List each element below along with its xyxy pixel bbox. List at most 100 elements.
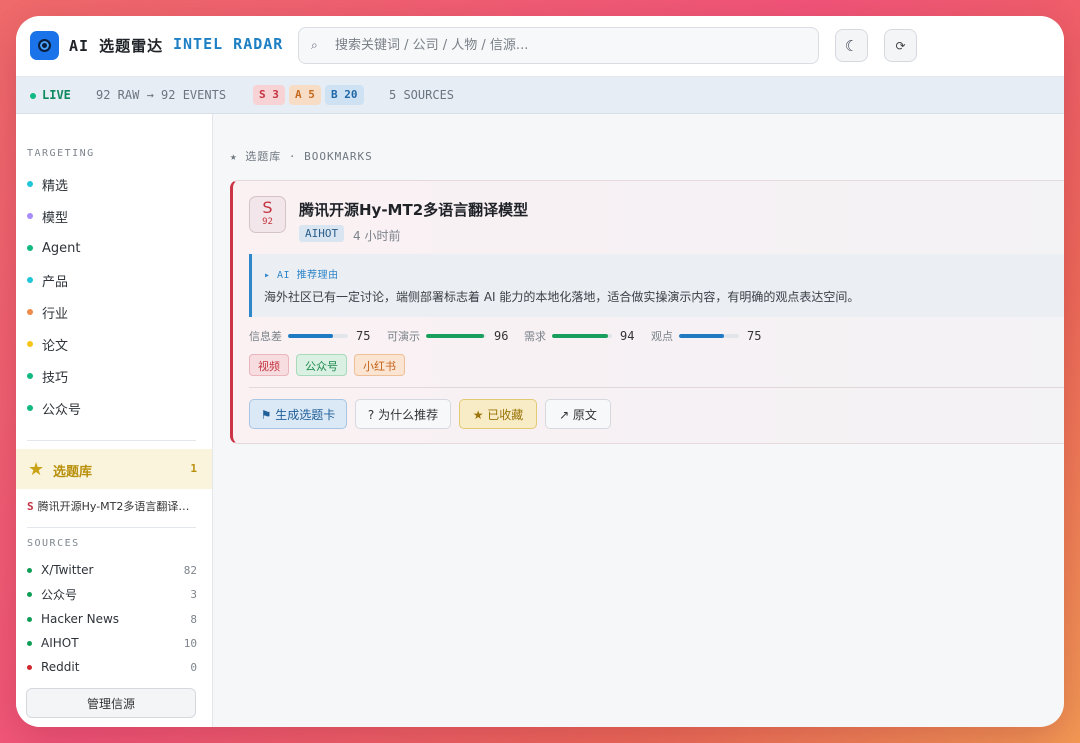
sources-title: SOURCES xyxy=(27,538,80,549)
search-box[interactable]: ⌕ xyxy=(298,27,819,64)
sidebar-item-label: 技巧 xyxy=(42,370,69,386)
bookmark-tier: S xyxy=(27,500,34,513)
tier-s-count[interactable]: S 3 xyxy=(253,85,285,105)
radar-logo-icon xyxy=(30,31,59,60)
source-badge: AIHOT xyxy=(299,225,345,242)
metric-label: 观点 xyxy=(651,330,673,343)
format-tag-video[interactable]: 视频 xyxy=(249,354,289,376)
metric-label: 需求 xyxy=(524,330,546,343)
format-tag-wechat[interactable]: 公众号 xyxy=(296,354,347,376)
metric-value: 96 xyxy=(494,329,509,343)
refresh-button[interactable]: ⟳ xyxy=(884,29,917,62)
category-dot-icon xyxy=(27,341,33,347)
bookmarks-count: 1 xyxy=(190,462,197,475)
source-item-aihot[interactable]: AIHOT 10 xyxy=(27,634,197,652)
status-bar: LIVE 92 RAW → 92 EVENTS S 3 A 5 B 20 5 S… xyxy=(16,77,1064,114)
breadcrumb: ★ 选题库 · BOOKMARKS xyxy=(230,150,373,163)
metric-demoable: 可演示 96 xyxy=(387,328,508,344)
sidebar: TARGETING 精选 模型 Agent 产品 行业 论文 技巧 公众号 ★ … xyxy=(16,114,213,727)
sidebar-item-agent[interactable]: Agent xyxy=(27,238,80,258)
source-count: 0 xyxy=(190,660,197,674)
sidebar-item-label: 论文 xyxy=(42,338,69,354)
sidebar-item-tips[interactable]: 技巧 xyxy=(27,366,68,386)
sidebar-item-label: 精选 xyxy=(42,178,69,194)
sidebar-item-wechat[interactable]: 公众号 xyxy=(27,398,81,418)
source-item-wechat[interactable]: 公众号 3 xyxy=(27,585,197,603)
tier-badge: S 92 xyxy=(249,196,286,233)
metric-label: 可演示 xyxy=(387,330,420,343)
live-dot-icon xyxy=(30,93,36,99)
tier-letter: S xyxy=(262,198,273,217)
why-recommended-button[interactable]: ? 为什么推荐 xyxy=(355,399,451,429)
divider xyxy=(27,527,196,528)
sidebar-item-bookmarks[interactable]: ★ 选题库 1 xyxy=(16,449,212,489)
saved-button[interactable]: ★ 已收藏 xyxy=(459,399,537,429)
search-icon: ⌕ xyxy=(311,38,318,52)
category-dot-icon xyxy=(27,181,33,187)
source-label: 公众号 xyxy=(41,587,78,602)
metric-demand: 需求 94 xyxy=(524,328,634,344)
metric-info-gap: 信息差 75 xyxy=(249,328,370,344)
category-dot-icon xyxy=(27,213,33,219)
source-count: 5 SOURCES xyxy=(389,88,455,102)
source-count: 3 xyxy=(190,587,197,601)
metric-bar xyxy=(426,334,486,338)
sidebar-item-products[interactable]: 产品 xyxy=(27,270,68,290)
source-count: 8 xyxy=(190,612,197,626)
status-dot-icon xyxy=(27,591,32,597)
sidebar-item-models[interactable]: 模型 xyxy=(27,206,68,226)
status-dot-icon xyxy=(27,664,32,670)
sidebar-item-label: 产品 xyxy=(42,274,69,290)
source-label: Hacker News xyxy=(41,612,120,626)
status-dot-icon xyxy=(27,567,32,573)
app-window: AI 选题雷达 INTEL RADAR ⌕ ☾ ⟳ LIVE 92 RAW → … xyxy=(16,16,1064,727)
metric-bar-fill xyxy=(552,334,609,338)
format-tag-xiaohongshu[interactable]: 小红书 xyxy=(354,354,405,376)
main-content: ★ 选题库 · BOOKMARKS S 92 腾讯开源Hy-MT2多语言翻译模型… xyxy=(213,114,1064,727)
ai-reason-box: ▸ AI 推荐理由 海外社区已有一定讨论，端侧部署标志着 AI 能力的本地化落地… xyxy=(249,254,1064,317)
ai-reason-text: 海外社区已有一定讨论，端侧部署标志着 AI 能力的本地化落地，适合做实操演示内容… xyxy=(264,290,860,304)
card-title[interactable]: 腾讯开源Hy-MT2多语言翻译模型 xyxy=(299,199,528,220)
metric-bar xyxy=(288,334,348,338)
sidebar-item-label: 模型 xyxy=(42,210,69,226)
topic-card[interactable]: S 92 腾讯开源Hy-MT2多语言翻译模型 AIHOT 4 小时前 ▸ AI … xyxy=(230,180,1064,444)
timestamp: 4 小时前 xyxy=(353,229,401,243)
source-item-hackernews[interactable]: Hacker News 8 xyxy=(27,610,197,628)
metric-value: 75 xyxy=(747,329,762,343)
tier-b-count[interactable]: B 20 xyxy=(325,85,364,105)
source-count: 10 xyxy=(183,636,197,650)
theme-toggle-button[interactable]: ☾ xyxy=(835,29,868,62)
sidebar-item-featured[interactable]: 精选 xyxy=(27,174,68,194)
source-item-twitter[interactable]: X/Twitter 82 xyxy=(27,561,197,579)
metric-bar-fill xyxy=(426,334,484,338)
metric-label: 信息差 xyxy=(249,330,282,343)
metric-bar xyxy=(552,334,612,338)
ai-reason-label: ▸ AI 推荐理由 xyxy=(264,270,339,281)
category-dot-icon xyxy=(27,309,33,315)
metric-value: 75 xyxy=(356,329,371,343)
status-dot-icon xyxy=(27,616,32,622)
bookmark-title: 腾讯开源Hy-MT2多语言翻译… xyxy=(37,500,190,513)
category-dot-icon xyxy=(27,277,33,283)
category-dot-icon xyxy=(27,405,33,411)
live-indicator: LIVE xyxy=(42,88,71,102)
sidebar-item-industry[interactable]: 行业 xyxy=(27,302,68,322)
app-title-en: INTEL RADAR xyxy=(173,35,284,53)
bookmark-item[interactable]: S 腾讯开源Hy-MT2多语言翻译… xyxy=(27,498,189,514)
moon-icon: ☾ xyxy=(844,36,859,55)
event-count: 92 RAW → 92 EVENTS xyxy=(96,88,227,102)
source-count: 82 xyxy=(183,563,197,577)
sidebar-item-label: 公众号 xyxy=(42,402,82,418)
category-dot-icon xyxy=(27,245,33,251)
tier-a-count[interactable]: A 5 xyxy=(289,85,321,105)
bookmarks-label: 选题库 xyxy=(53,465,93,480)
source-label: Reddit xyxy=(41,660,80,674)
sidebar-item-papers[interactable]: 论文 xyxy=(27,334,68,354)
generate-topic-card-button[interactable]: ⚑ 生成选题卡 xyxy=(249,399,347,429)
source-label: X/Twitter xyxy=(41,563,94,577)
source-item-reddit[interactable]: Reddit 0 xyxy=(27,658,197,676)
search-input[interactable] xyxy=(335,28,805,63)
manage-sources-button[interactable]: 管理信源 xyxy=(26,688,196,718)
star-icon: ★ xyxy=(28,459,45,480)
original-link-button[interactable]: ↗ 原文 xyxy=(545,399,611,429)
